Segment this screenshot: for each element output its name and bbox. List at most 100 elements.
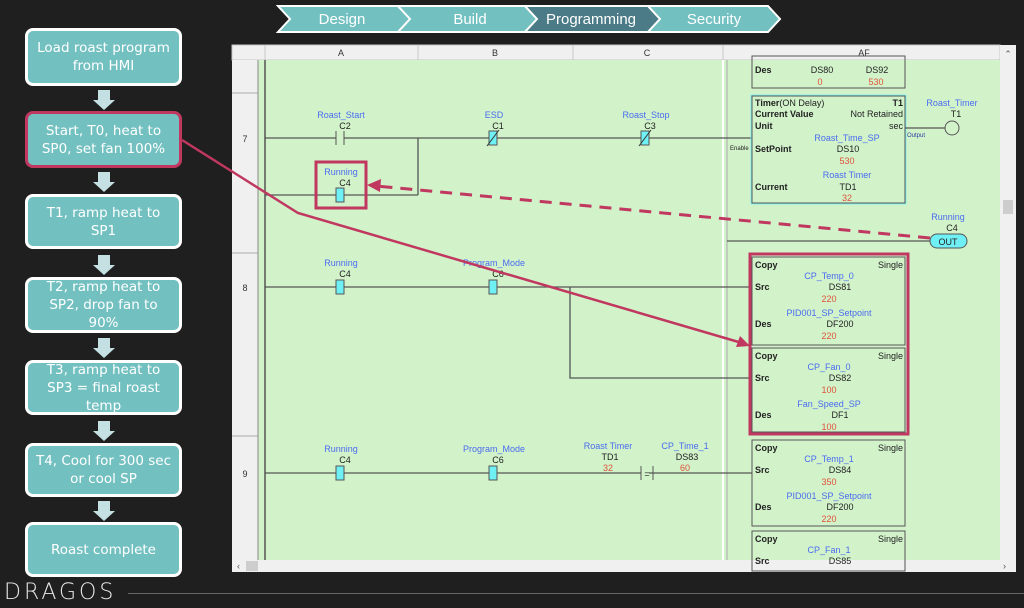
address: C4: [339, 455, 351, 465]
address: TD1: [839, 182, 856, 192]
address: DF200: [826, 319, 853, 329]
value: 220: [821, 514, 836, 524]
address: DS10: [837, 144, 860, 154]
address: T1: [951, 109, 962, 119]
column-header: C: [644, 48, 651, 58]
value: 32: [842, 193, 852, 203]
label: SetPoint: [755, 144, 792, 154]
tag-name: CP_Fan_0: [807, 362, 850, 372]
value: 0: [817, 77, 822, 87]
address: DS92: [866, 65, 889, 75]
src-label: Src: [755, 465, 770, 475]
copy-mode: Single: [878, 443, 903, 453]
tag-name: Running: [324, 258, 358, 268]
rung-number: 9: [242, 469, 247, 479]
svg-text:Timer(ON Delay): Timer(ON Delay): [755, 98, 824, 108]
address: DS80: [811, 65, 834, 75]
tag-name: CP_Fan_1: [807, 545, 850, 555]
address: DS84: [829, 465, 852, 475]
copy-mode: Single: [878, 351, 903, 361]
address: C4: [339, 178, 351, 188]
vertical-scrollbar[interactable]: [1000, 45, 1016, 572]
timer-mode: (ON Delay): [779, 98, 824, 108]
address: C2: [339, 121, 351, 131]
copy-mode: Single: [878, 260, 903, 270]
des-label: Des: [755, 319, 772, 329]
address: DS81: [829, 282, 852, 292]
address: C4: [339, 269, 351, 279]
src-label: Src: [755, 282, 770, 292]
timer-id: T1: [892, 98, 903, 108]
value: 60: [680, 463, 690, 473]
address: DF1: [831, 410, 848, 420]
scroll-right-icon[interactable]: ›: [1003, 561, 1006, 571]
copy-title: Copy: [755, 534, 778, 544]
src-label: Src: [755, 556, 770, 566]
scrollbar-thumb[interactable]: [1003, 200, 1013, 214]
contact-program-mode[interactable]: [488, 279, 498, 295]
copy-mode: Single: [878, 534, 903, 544]
value: 350: [821, 477, 836, 487]
scroll-left-icon[interactable]: ‹: [237, 561, 240, 571]
copy-title: Copy: [755, 443, 778, 453]
tag-name: Running: [324, 444, 358, 454]
rung-number: 7: [242, 134, 247, 144]
address: C6: [492, 455, 504, 465]
src-label: Src: [755, 373, 770, 383]
timer-title: Timer: [755, 98, 780, 108]
ladder-diagram: A B C AF 7 8 9 ⌃ ‹ › Des DS80 0 DS92 530…: [181, 44, 1016, 572]
contact-running[interactable]: [335, 465, 345, 481]
scroll-up-icon[interactable]: ⌃: [1004, 49, 1012, 59]
contact-running[interactable]: [335, 187, 345, 203]
contact-esd[interactable]: [486, 129, 500, 147]
enable-label: Enable: [730, 146, 749, 152]
address: C3: [644, 121, 656, 131]
tag-name: CP_Time_1: [661, 441, 708, 451]
des-label: Des: [755, 502, 772, 512]
value: 100: [821, 422, 836, 432]
tag-name: Roast Timer: [823, 170, 872, 180]
output-label: Output: [907, 133, 925, 139]
value: 100: [821, 385, 836, 395]
tag-name: Roast_Timer: [926, 98, 977, 108]
column-header: A: [338, 48, 344, 58]
tag-name: Roast_Stop: [622, 110, 669, 120]
address: DF200: [826, 502, 853, 512]
tag-name: PID001_SP_Setpoint: [786, 491, 872, 501]
tag-name: CP_Temp_1: [804, 454, 854, 464]
des-label: Des: [755, 410, 772, 420]
value: 530: [868, 77, 883, 87]
copy-title: Copy: [755, 260, 778, 270]
value: Not Retained: [850, 109, 903, 119]
horizontal-scrollbar[interactable]: [232, 560, 1000, 572]
tag-name: ESD: [485, 110, 504, 120]
tag-name: Roast_Time_SP: [814, 133, 879, 143]
address: DS85: [829, 556, 852, 566]
divider: [128, 593, 1024, 594]
tag-name: Running: [324, 167, 358, 177]
label: Unit: [755, 121, 773, 131]
value: 220: [821, 331, 836, 341]
contact-running[interactable]: [335, 279, 345, 295]
address: C1: [492, 121, 504, 131]
tag-name: Fan_Speed_SP: [797, 399, 861, 409]
dragos-logo: DRAGOS: [4, 580, 117, 605]
out-label: OUT: [939, 237, 959, 247]
label: Current Value: [755, 109, 814, 119]
rung-number: 8: [242, 283, 247, 293]
value: 32: [603, 463, 613, 473]
value: sec: [889, 121, 904, 131]
column-header: B: [492, 48, 498, 58]
tag-name: Roast Timer: [584, 441, 633, 451]
tag-name: Roast_Start: [317, 110, 365, 120]
contact-program-mode[interactable]: [488, 465, 498, 481]
tag-name: CP_Temp_0: [804, 271, 854, 281]
tag-name: Program_Mode: [463, 444, 525, 454]
address: DS83: [676, 452, 699, 462]
address: C4: [946, 223, 958, 233]
contact-roast-stop[interactable]: [638, 129, 652, 147]
label: Current: [755, 182, 788, 192]
compare-operator: =: [644, 469, 649, 479]
scrollbar-thumb[interactable]: [246, 561, 258, 571]
value: 220: [821, 294, 836, 304]
